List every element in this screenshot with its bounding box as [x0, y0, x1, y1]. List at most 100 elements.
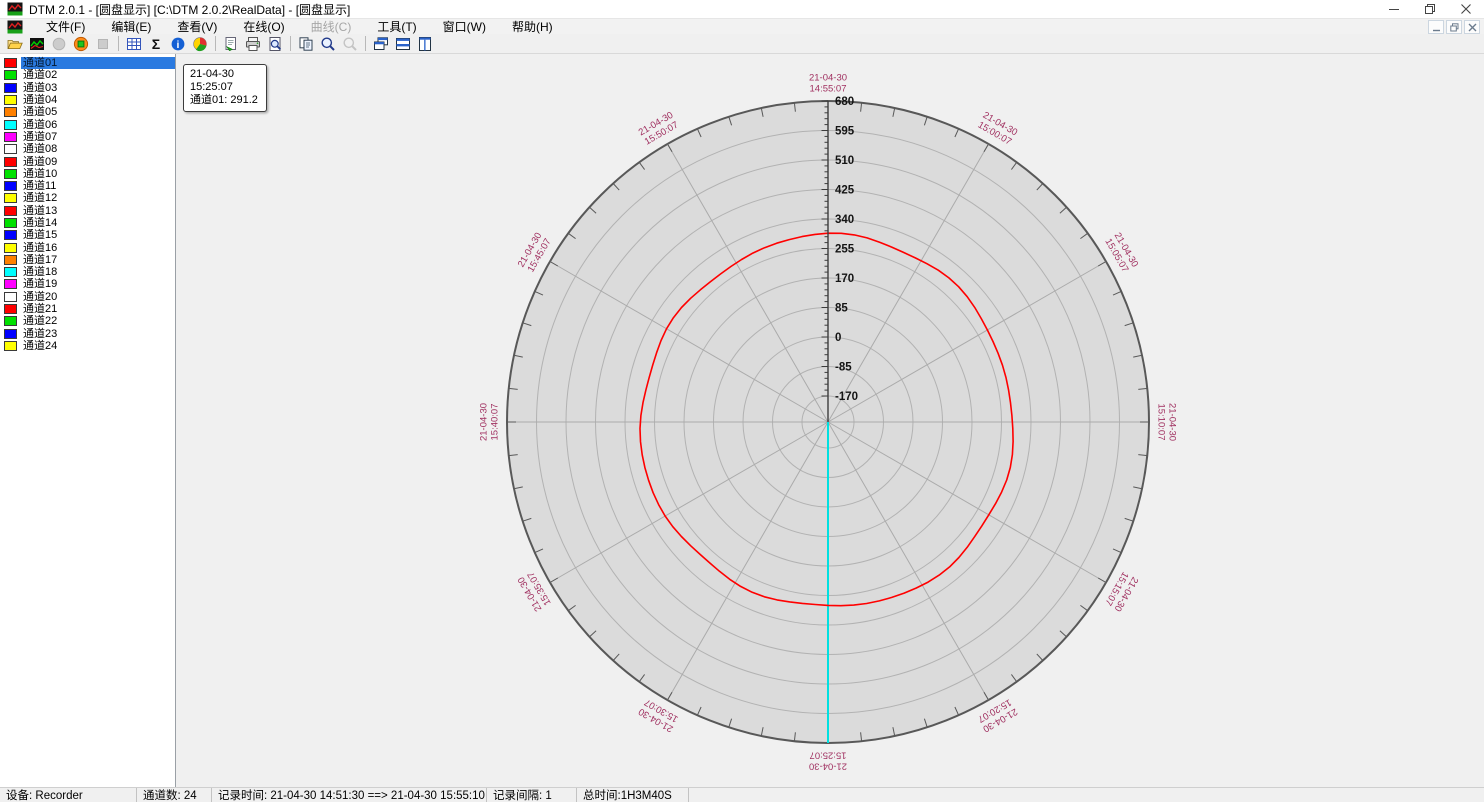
close-button[interactable]	[1448, 0, 1484, 18]
channel-item-23[interactable]: 通道23	[0, 328, 175, 340]
svg-text:15:40:07: 15:40:07	[490, 404, 501, 441]
record-button[interactable]	[70, 34, 92, 53]
copy-icon	[298, 36, 314, 52]
channel-label: 通道11	[21, 180, 175, 192]
record-icon	[73, 36, 89, 52]
channel-label: 通道22	[21, 315, 175, 327]
channel-label: 通道23	[21, 328, 175, 340]
channel-item-04[interactable]: 通道04	[0, 94, 175, 106]
chart-area: 680595510425340255170850-85-17021-04-301…	[176, 54, 1484, 787]
channel-item-09[interactable]: 通道09	[0, 155, 175, 167]
menu-window[interactable]: 窗口(W)	[430, 19, 499, 35]
mdi-minimize-button[interactable]	[1428, 20, 1444, 34]
mdi-close-button[interactable]	[1464, 20, 1480, 34]
close-icon	[1460, 3, 1472, 15]
tile-horizontal-icon	[395, 36, 411, 52]
channel-item-24[interactable]: 通道24	[0, 340, 175, 352]
channel-item-03[interactable]: 通道03	[0, 82, 175, 94]
channel-item-16[interactable]: 通道16	[0, 241, 175, 253]
channel-item-18[interactable]: 通道18	[0, 266, 175, 278]
value-axis-label: 340	[835, 214, 854, 226]
channel-item-15[interactable]: 通道15	[0, 229, 175, 241]
channel-list: 通道01通道02通道03通道04通道05通道06通道07通道08通道09通道10…	[0, 54, 176, 787]
channel-item-22[interactable]: 通道22	[0, 315, 175, 327]
mdi-restore-button[interactable]	[1446, 20, 1462, 34]
channel-item-06[interactable]: 通道06	[0, 118, 175, 130]
channel-color-swatch	[4, 243, 17, 253]
svg-text:Σ: Σ	[152, 36, 160, 52]
channel-color-swatch	[4, 83, 17, 93]
tooltip-date: 21-04-30	[190, 68, 258, 81]
channel-color-swatch	[4, 181, 17, 191]
channel-item-21[interactable]: 通道21	[0, 303, 175, 315]
zoom-in-icon	[320, 36, 336, 52]
time-label: 21-04-3014:55:07	[809, 73, 847, 95]
channel-item-20[interactable]: 通道20	[0, 291, 175, 303]
channel-color-swatch	[4, 193, 17, 203]
polar-disc-chart[interactable]: 680595510425340255170850-85-17021-04-301…	[176, 54, 1484, 787]
channel-item-12[interactable]: 通道12	[0, 192, 175, 204]
channel-item-11[interactable]: 通道11	[0, 180, 175, 192]
info-button[interactable]: i	[167, 34, 189, 53]
info-icon: i	[170, 36, 186, 52]
channel-item-13[interactable]: 通道13	[0, 205, 175, 217]
channel-item-14[interactable]: 通道14	[0, 217, 175, 229]
menu-file[interactable]: 文件(F)	[33, 19, 98, 35]
tile-vertical-button[interactable]	[414, 34, 436, 53]
channel-item-17[interactable]: 通道17	[0, 254, 175, 266]
tile-horizontal-button[interactable]	[392, 34, 414, 53]
restore-button[interactable]	[1412, 0, 1448, 18]
channel-label: 通道19	[21, 278, 175, 290]
channel-item-19[interactable]: 通道19	[0, 278, 175, 290]
copy-button[interactable]	[295, 34, 317, 53]
channel-item-10[interactable]: 通道10	[0, 168, 175, 180]
print-preview-button[interactable]	[264, 34, 286, 53]
channel-color-swatch	[4, 292, 17, 302]
channel-item-08[interactable]: 通道08	[0, 143, 175, 155]
table-view-button[interactable]	[123, 34, 145, 53]
svg-text:15:10:07: 15:10:07	[1156, 404, 1167, 441]
svg-text:14:55:07: 14:55:07	[810, 84, 847, 95]
export-button[interactable]	[220, 34, 242, 53]
channel-label: 通道24	[21, 340, 175, 352]
time-label: 21-04-3015:40:07	[479, 403, 501, 441]
channel-item-07[interactable]: 通道07	[0, 131, 175, 143]
channel-item-02[interactable]: 通道02	[0, 69, 175, 81]
time-label: 21-04-3015:25:07	[809, 750, 847, 772]
value-axis-label: 170	[835, 273, 854, 285]
print-preview-icon	[267, 36, 283, 52]
channel-label: 通道04	[21, 94, 175, 106]
zoom-reset-button	[339, 34, 361, 53]
print-button[interactable]	[242, 34, 264, 53]
mdi-restore-icon	[1450, 23, 1459, 32]
channel-item-05[interactable]: 通道05	[0, 106, 175, 118]
mdi-close-icon	[1468, 23, 1477, 32]
sum-button[interactable]: Σ	[145, 34, 167, 53]
channel-color-swatch	[4, 279, 17, 289]
window-title: DTM 2.0.1 - [圆盘显示] [C:\DTM 2.0.2\RealDat…	[29, 1, 350, 18]
svg-text:21-04-30: 21-04-30	[479, 403, 490, 441]
channel-color-swatch	[4, 206, 17, 216]
zoom-in-button[interactable]	[317, 34, 339, 53]
mdi-child-icon[interactable]	[7, 20, 23, 33]
status-channel-count: 通道数: 24	[137, 788, 212, 802]
menu-help[interactable]: 帮助(H)	[499, 19, 566, 35]
channel-color-swatch	[4, 329, 17, 339]
menu-view[interactable]: 查看(V)	[164, 19, 230, 35]
svg-text:i: i	[177, 39, 180, 51]
value-axis-label: 595	[835, 126, 855, 138]
data-view-button[interactable]	[26, 34, 48, 53]
channel-item-01[interactable]: 通道01	[0, 57, 175, 69]
channel-color-swatch	[4, 341, 17, 351]
cascade-windows-button[interactable]	[370, 34, 392, 53]
menu-tools[interactable]: 工具(T)	[364, 19, 429, 35]
channel-label: 通道08	[21, 143, 175, 155]
value-axis-label: 0	[835, 332, 841, 344]
menu-edit[interactable]: 编辑(E)	[98, 19, 164, 35]
table-view-icon	[126, 36, 142, 52]
minimize-button[interactable]	[1376, 0, 1412, 18]
open-folder-button[interactable]	[4, 34, 26, 53]
menu-online[interactable]: 在线(O)	[230, 19, 297, 35]
value-axis-label: 255	[835, 244, 855, 256]
pie-chart-button[interactable]	[189, 34, 211, 53]
